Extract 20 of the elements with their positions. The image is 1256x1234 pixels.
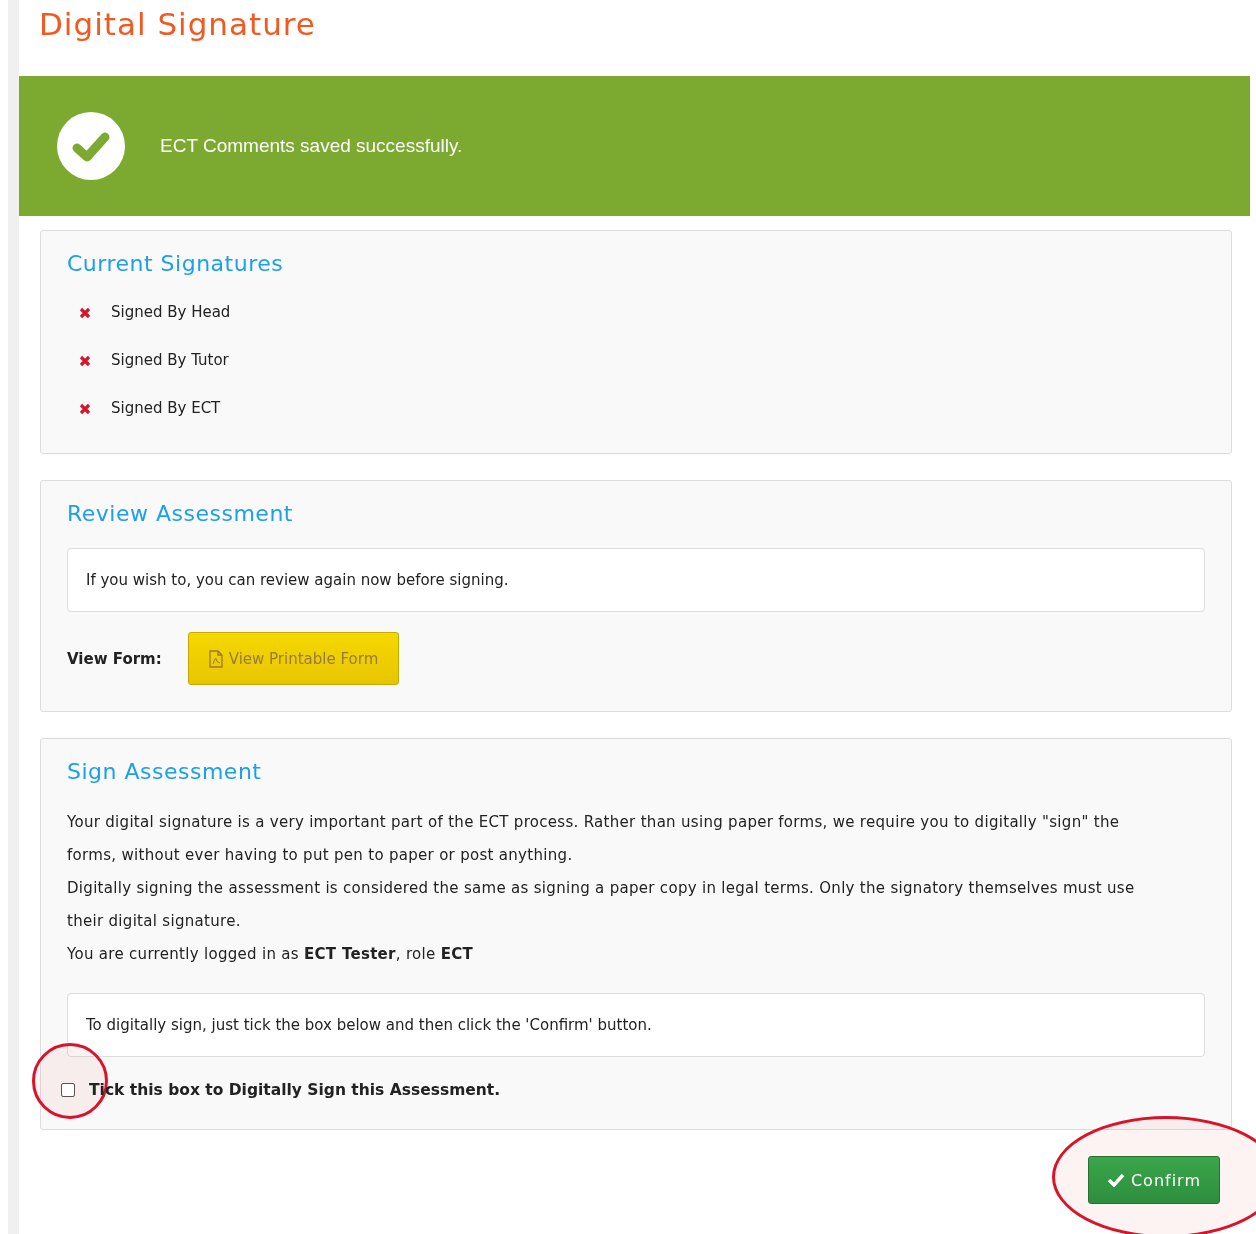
pdf-file-icon: [208, 649, 223, 668]
panel-title: Review Assessment: [67, 501, 294, 526]
review-note: If you wish to, you can review again now before signing.: [67, 548, 1205, 612]
alert-message: ECT Comments saved successfully.: [160, 135, 463, 157]
view-form-label: View Form:: [67, 649, 162, 668]
paragraph: You are currently logged in as ECT Tester, role ECT: [67, 944, 474, 965]
check-icon: [1106, 1173, 1125, 1187]
signature-label: Signed By Tutor: [111, 350, 229, 371]
signature-label: Signed By ECT: [111, 398, 221, 419]
panel-title: Current Signatures: [67, 251, 285, 276]
panel-title: Sign Assessment: [67, 759, 263, 784]
page-title: Digital Signature: [38, 5, 317, 44]
view-printable-form-button[interactable]: View Printable Form: [187, 632, 400, 685]
checkbox[interactable]: [61, 1083, 75, 1097]
paragraph: Your digital signature is a very important part of the ECT process. Rather than using paper forms, we require you to digitally "sign" the forms, without ever having to put pen to paper or post anything.: [67, 812, 1121, 866]
sign-note: To digitally sign, just tick the box below and then click the 'Confirm' button.: [67, 993, 1205, 1057]
paragraph: Digitally signing the assessment is considered the same as signing a paper copy in legal terms. Only the signatory themselves must use their digital signature.: [67, 878, 1136, 932]
confirm-button[interactable]: Confirm: [1087, 1156, 1220, 1204]
check-circle-icon: [57, 112, 125, 180]
signature-label: Signed By Head: [111, 302, 231, 323]
